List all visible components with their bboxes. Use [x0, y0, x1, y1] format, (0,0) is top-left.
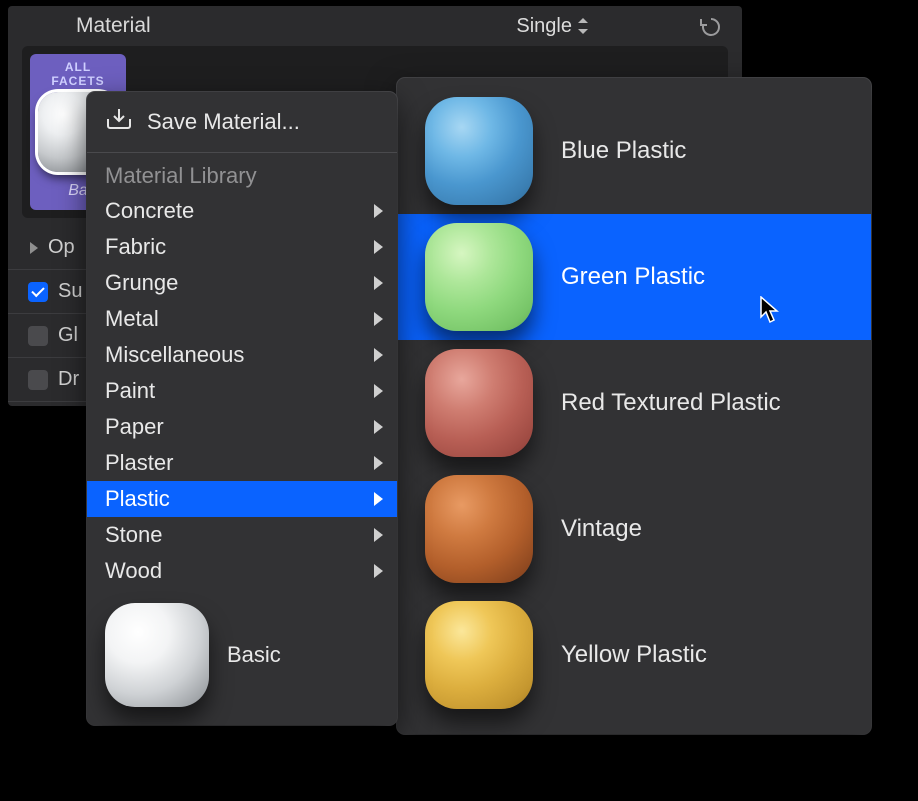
- submenu-item-blue[interactable]: Blue Plastic: [397, 88, 871, 214]
- submenu-item-yellow[interactable]: Yellow Plastic: [397, 592, 871, 718]
- submenu-item-label: Blue Plastic: [561, 137, 686, 165]
- vintage-swatch: [425, 475, 533, 583]
- substance-checkbox[interactable]: [28, 282, 48, 302]
- menu-item-label: Metal: [105, 306, 159, 332]
- submenu-item-red[interactable]: Red Textured Plastic: [397, 340, 871, 466]
- menu-item-label: Paper: [105, 414, 164, 440]
- submenu-arrow-icon: [374, 492, 383, 506]
- submenu-arrow-icon: [374, 384, 383, 398]
- menu-item-metal[interactable]: Metal: [87, 301, 397, 337]
- gl-label: Gl: [58, 324, 78, 347]
- submenu-arrow-icon: [374, 456, 383, 470]
- menu-section-label: Material Library: [87, 159, 397, 193]
- substance-label: Su: [58, 280, 82, 303]
- material-mode-popup[interactable]: Single: [516, 15, 588, 38]
- save-material-item[interactable]: Save Material...: [87, 98, 397, 146]
- menu-item-concrete[interactable]: Concrete: [87, 193, 397, 229]
- save-material-label: Save Material...: [147, 109, 300, 135]
- save-tray-icon: [105, 107, 133, 137]
- section-title: Material: [28, 14, 151, 38]
- submenu-item-green[interactable]: Green Plastic: [397, 214, 871, 340]
- menu-item-label: Concrete: [105, 198, 194, 224]
- reset-icon[interactable]: [698, 15, 722, 37]
- blue-swatch: [425, 97, 533, 205]
- dr-checkbox[interactable]: [28, 370, 48, 390]
- options-label: Op: [48, 236, 75, 259]
- menu-item-label: Grunge: [105, 270, 178, 296]
- dr-label: Dr: [58, 368, 79, 391]
- submenu-arrow-icon: [374, 276, 383, 290]
- menu-item-paper[interactable]: Paper: [87, 409, 397, 445]
- material-mode-label: Single: [516, 15, 572, 38]
- submenu-item-vintage[interactable]: Vintage: [397, 466, 871, 592]
- submenu-arrow-icon: [374, 204, 383, 218]
- menu-item-plaster[interactable]: Plaster: [87, 445, 397, 481]
- material-submenu: Blue Plastic Green Plastic Red Textured Pl…: [397, 78, 871, 734]
- submenu-arrow-icon: [374, 240, 383, 254]
- menu-item-label: Wood: [105, 558, 162, 584]
- facet-caption: ALL FACETS: [38, 60, 118, 88]
- mouse-cursor-icon: [760, 296, 782, 324]
- submenu-arrow-icon: [374, 348, 383, 362]
- green-swatch: [425, 223, 533, 331]
- basic-material-item[interactable]: Basic: [87, 589, 397, 711]
- submenu-arrow-icon: [374, 528, 383, 542]
- material-header: Material Single: [8, 12, 742, 46]
- submenu-item-label: Green Plastic: [561, 263, 705, 291]
- menu-item-plastic[interactable]: Plastic: [87, 481, 397, 517]
- menu-item-fabric[interactable]: Fabric: [87, 229, 397, 265]
- menu-item-label: Miscellaneous: [105, 342, 244, 368]
- menu-item-wood[interactable]: Wood: [87, 553, 397, 589]
- menu-item-grunge[interactable]: Grunge: [87, 265, 397, 301]
- submenu-arrow-icon: [374, 564, 383, 578]
- menu-item-paint[interactable]: Paint: [87, 373, 397, 409]
- chevron-updown-icon: [578, 18, 588, 34]
- yellow-swatch: [425, 601, 533, 709]
- menu-separator: [87, 152, 397, 153]
- submenu-item-label: Yellow Plastic: [561, 641, 707, 669]
- material-context-menu: Save Material... Material Library Concre…: [87, 92, 397, 725]
- submenu-arrow-icon: [374, 312, 383, 326]
- submenu-item-label: Vintage: [561, 515, 642, 543]
- menu-item-label: Plaster: [105, 450, 173, 476]
- menu-item-label: Fabric: [105, 234, 166, 260]
- menu-item-stone[interactable]: Stone: [87, 517, 397, 553]
- menu-item-label: Paint: [105, 378, 155, 404]
- basic-swatch: [105, 603, 209, 707]
- menu-item-miscellaneous[interactable]: Miscellaneous: [87, 337, 397, 373]
- basic-label: Basic: [227, 642, 281, 668]
- menu-item-label: Stone: [105, 522, 163, 548]
- submenu-arrow-icon: [374, 420, 383, 434]
- disclosure-triangle-icon: [30, 242, 38, 254]
- submenu-item-label: Red Textured Plastic: [561, 389, 781, 417]
- red-swatch: [425, 349, 533, 457]
- gl-checkbox[interactable]: [28, 326, 48, 346]
- menu-item-label: Plastic: [105, 486, 170, 512]
